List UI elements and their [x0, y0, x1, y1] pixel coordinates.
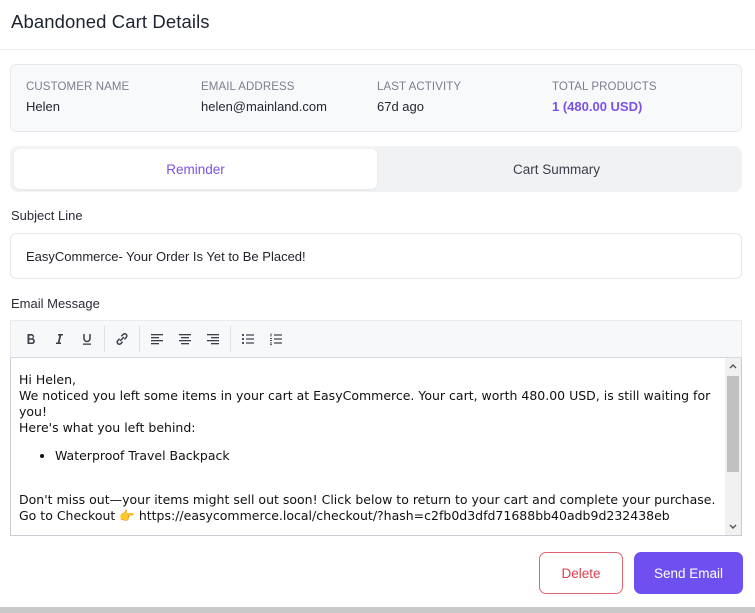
- email-label: EMAIL ADDRESS: [201, 81, 295, 93]
- bottom-scrollbar: [0, 607, 755, 613]
- italic-icon[interactable]: [45, 325, 73, 353]
- message-line-3: Don't miss out—your items might sell out…: [19, 492, 716, 507]
- scroll-down-icon[interactable]: [725, 519, 741, 535]
- checkout-link[interactable]: https://easycommerce.local/checkout/?has…: [139, 508, 670, 523]
- bullet-list-icon[interactable]: [234, 325, 262, 353]
- total-products-column: TOTAL PRODUCTS 1 (480.00 USD): [552, 81, 657, 114]
- message-greeting: Hi Helen,: [19, 372, 76, 387]
- email-value: helen@mainland.com: [201, 99, 327, 114]
- checkout-line: Go to Checkout 👉 https://easycommerce.lo…: [19, 508, 719, 524]
- email-message-label: Email Message: [11, 296, 100, 311]
- delete-button[interactable]: Delete: [539, 552, 623, 594]
- page-header: Abandoned Cart Details: [0, 0, 755, 50]
- align-center-icon[interactable]: [171, 325, 199, 353]
- last-activity-column: LAST ACTIVITY 67d ago: [377, 81, 461, 114]
- toolbar-separator: [139, 326, 140, 352]
- editor-toolbar: [10, 320, 742, 358]
- message-line-1: We noticed you left some items in your c…: [19, 388, 711, 419]
- email-message-editor[interactable]: Hi Helen, We noticed you left some items…: [10, 358, 742, 536]
- align-right-icon[interactable]: [199, 325, 227, 353]
- customer-name-value: Helen: [26, 99, 60, 114]
- send-email-button[interactable]: Send Email: [634, 552, 743, 594]
- total-products-value: 1 (480.00 USD): [552, 99, 643, 114]
- scrollbar-thumb[interactable]: [727, 376, 739, 472]
- total-products-label: TOTAL PRODUCTS: [552, 81, 657, 93]
- underline-icon[interactable]: [73, 325, 101, 353]
- editor-scrollbar[interactable]: [725, 358, 741, 535]
- editor-content[interactable]: Hi Helen, We noticed you left some items…: [19, 372, 719, 524]
- last-activity-value: 67d ago: [377, 99, 424, 114]
- tab-reminder[interactable]: Reminder: [14, 149, 377, 189]
- toolbar-separator: [230, 326, 231, 352]
- tab-cart-summary[interactable]: Cart Summary: [375, 149, 738, 189]
- cart-items-list: Waterproof Travel Backpack: [55, 448, 719, 464]
- message-line-2: Here's what you left behind:: [19, 420, 196, 435]
- subject-line-label: Subject Line: [11, 208, 83, 223]
- checkout-prefix: Go to Checkout 👉: [19, 508, 139, 523]
- last-activity-label: LAST ACTIVITY: [377, 81, 462, 93]
- bold-icon[interactable]: [17, 325, 45, 353]
- tab-bar: Reminder Cart Summary: [10, 146, 742, 192]
- customer-info-card: CUSTOMER NAME Helen EMAIL ADDRESS helen@…: [10, 64, 742, 132]
- subject-line-input[interactable]: EasyCommerce- Your Order Is Yet to Be Pl…: [10, 233, 742, 279]
- list-item: Waterproof Travel Backpack: [55, 448, 719, 464]
- email-column: EMAIL ADDRESS helen@mainland.com: [201, 81, 327, 114]
- subject-line-value: EasyCommerce- Your Order Is Yet to Be Pl…: [26, 248, 306, 264]
- toolbar-separator: [104, 326, 105, 352]
- customer-name-column: CUSTOMER NAME Helen: [26, 81, 129, 114]
- customer-name-label: CUSTOMER NAME: [26, 81, 130, 93]
- page-title: Abandoned Cart Details: [11, 11, 210, 32]
- scroll-up-icon[interactable]: [725, 358, 741, 374]
- numbered-list-icon[interactable]: [262, 325, 290, 353]
- link-icon[interactable]: [108, 325, 136, 353]
- align-left-icon[interactable]: [143, 325, 171, 353]
